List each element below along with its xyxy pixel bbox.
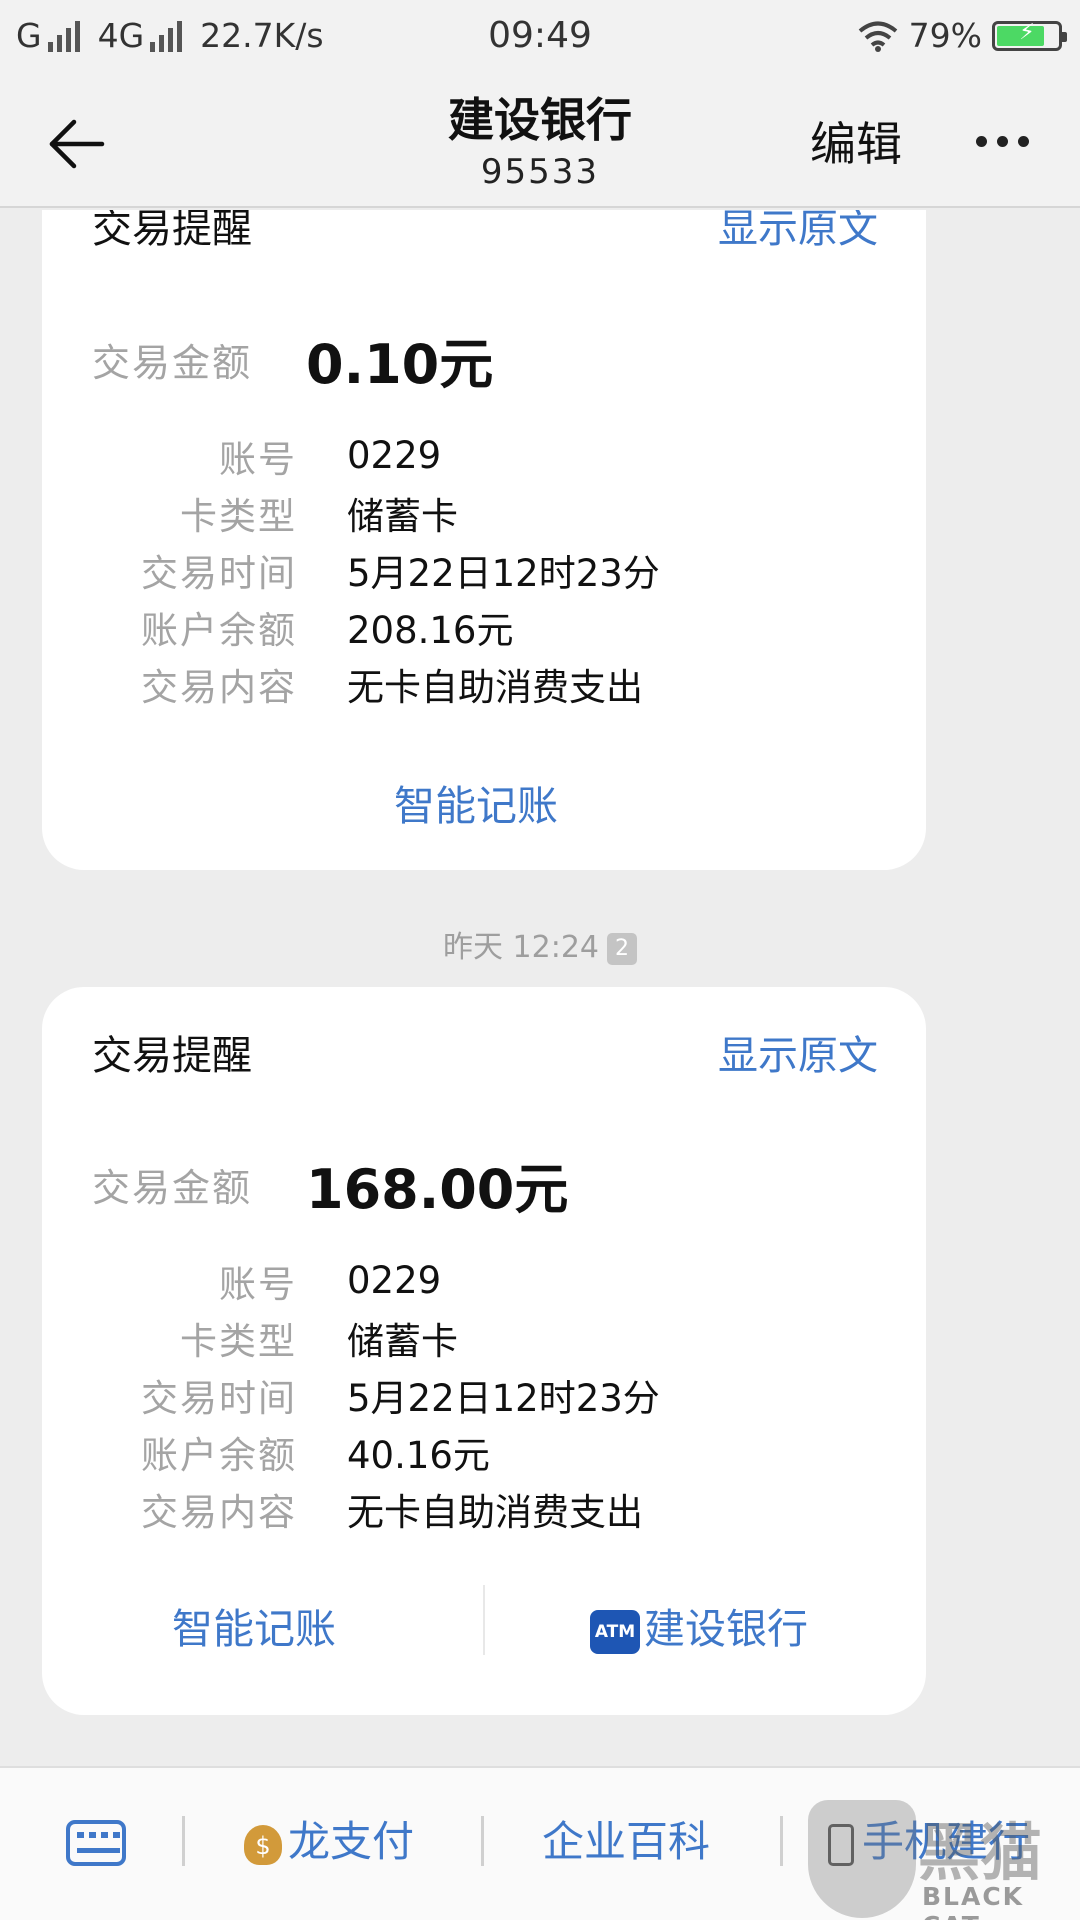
- money-bag-icon: $: [244, 1824, 282, 1865]
- ccb-menu-label: 建设银行: [644, 1605, 808, 1653]
- detail-label: 交易内容: [141, 665, 297, 709]
- charging-bolt-icon: ⚡: [1019, 19, 1035, 45]
- detail-row: 账号 0229: [92, 427, 441, 484]
- more-options-icon[interactable]: [976, 136, 1029, 147]
- detail-label: 账号: [219, 1262, 297, 1306]
- detail-value: 0229: [347, 1259, 442, 1302]
- menu-separator: [481, 1816, 484, 1866]
- detail-value: 5月22日12时23分: [347, 551, 660, 595]
- detail-label: 卡类型: [180, 494, 297, 538]
- screen: G 4G 22.7K/s 09:49 79% ⚡ 建设银行 95533 编辑 交…: [0, 0, 1080, 1920]
- wifi-icon: [858, 21, 897, 52]
- detail-value: 5月22日12时23分: [347, 1376, 660, 1420]
- menu-item-enterprise-wiki[interactable]: 企业百科: [542, 1814, 710, 1870]
- detail-label: 账号: [219, 437, 297, 481]
- detail-label: 卡类型: [180, 1319, 297, 1363]
- detail-value: 208.16元: [347, 608, 514, 652]
- detail-row: 交易内容 无卡自助消费支出: [92, 655, 643, 712]
- amount-value: 168.00元: [306, 1158, 569, 1221]
- menu-item-label: 手机建行: [862, 1817, 1031, 1866]
- status-right: 79% ⚡: [857, 16, 1067, 55]
- detail-label: 交易时间: [141, 551, 297, 595]
- card-title: 交易提醒: [92, 1033, 252, 1079]
- detail-value: 无卡自助消费支出: [347, 1490, 643, 1534]
- detail-row: 交易时间 5月22日12时23分: [92, 1366, 660, 1423]
- detail-value: 储蓄卡: [347, 1319, 458, 1363]
- nav-bar: 建设银行 95533 编辑: [0, 76, 1080, 208]
- amount-label: 交易金额: [92, 341, 253, 385]
- keyboard-icon[interactable]: [66, 1820, 126, 1866]
- detail-row: 卡类型 储蓄卡: [92, 484, 458, 541]
- sim-badge: 2: [607, 932, 637, 965]
- amount-value: 0.10元: [306, 333, 494, 396]
- conversation-title: 建设银行 95533: [0, 90, 1080, 194]
- detail-row: 账户余额 208.16元: [92, 598, 513, 655]
- page-title: 建设银行: [448, 93, 632, 147]
- detail-value: 40.16元: [347, 1433, 490, 1477]
- card-title: 交易提醒: [92, 210, 252, 252]
- detail-row: 卡类型 储蓄卡: [92, 1309, 458, 1366]
- message-card-1: 交易提醒 显示原文 交易金额 0.10元 账号 0229 卡类型 储蓄卡 交易时…: [42, 210, 926, 870]
- menu-item-label: 龙支付: [288, 1817, 415, 1866]
- detail-label: 账户余额: [141, 608, 297, 652]
- battery-icon: ⚡: [992, 19, 1067, 51]
- phone-icon: [828, 1823, 854, 1866]
- time-separator: 昨天 12:24 2: [0, 922, 1080, 966]
- menu-item-mobile-ccb[interactable]: 手机建行: [828, 1814, 1030, 1870]
- smart-bookkeeping-button[interactable]: 智能记账: [394, 772, 558, 832]
- menu-separator: [780, 1816, 783, 1866]
- message-list[interactable]: 交易提醒 显示原文 交易金额 0.10元 账号 0229 卡类型 储蓄卡 交易时…: [0, 210, 1080, 1765]
- menu-item-long-pay[interactable]: $ 龙支付: [244, 1814, 414, 1870]
- show-original-link[interactable]: 显示原文: [718, 1023, 878, 1081]
- detail-value: 无卡自助消费支出: [347, 665, 643, 709]
- battery-percent-text: 79%: [908, 16, 982, 55]
- detail-label: 交易时间: [141, 1376, 297, 1420]
- detail-label: 交易内容: [141, 1490, 297, 1534]
- edit-button[interactable]: 编辑: [810, 114, 902, 174]
- amount-label: 交易金额: [92, 1166, 253, 1210]
- ccb-menu-button[interactable]: ATM 建设银行: [590, 1595, 808, 1655]
- detail-row: 交易内容 无卡自助消费支出: [92, 1480, 643, 1537]
- time-separator-text: 昨天 12:24: [443, 930, 599, 965]
- menu-separator: [182, 1816, 185, 1866]
- smart-bookkeeping-button[interactable]: 智能记账: [172, 1595, 336, 1655]
- detail-row: 账户余额 40.16元: [92, 1423, 490, 1480]
- message-card-2: 交易提醒 显示原文 交易金额 168.00元 账号 0229 卡类型 储蓄卡 交…: [42, 987, 926, 1715]
- action-divider: [483, 1585, 485, 1655]
- detail-label: 账户余额: [141, 1433, 297, 1477]
- show-original-link[interactable]: 显示原文: [718, 210, 878, 254]
- detail-row: 账号 0229: [92, 1252, 441, 1309]
- back-arrow-icon[interactable]: [44, 112, 108, 176]
- phone-number: 95533: [480, 152, 600, 192]
- detail-row: 交易时间 5月22日12时23分: [92, 541, 660, 598]
- status-bar: G 4G 22.7K/s 09:49 79% ⚡: [0, 0, 1080, 76]
- detail-value: 0229: [347, 434, 442, 477]
- bottom-menu-bar: $ 龙支付 企业百科 手机建行: [0, 1766, 1080, 1920]
- detail-value: 储蓄卡: [347, 494, 458, 538]
- atm-icon: ATM: [590, 1610, 640, 1654]
